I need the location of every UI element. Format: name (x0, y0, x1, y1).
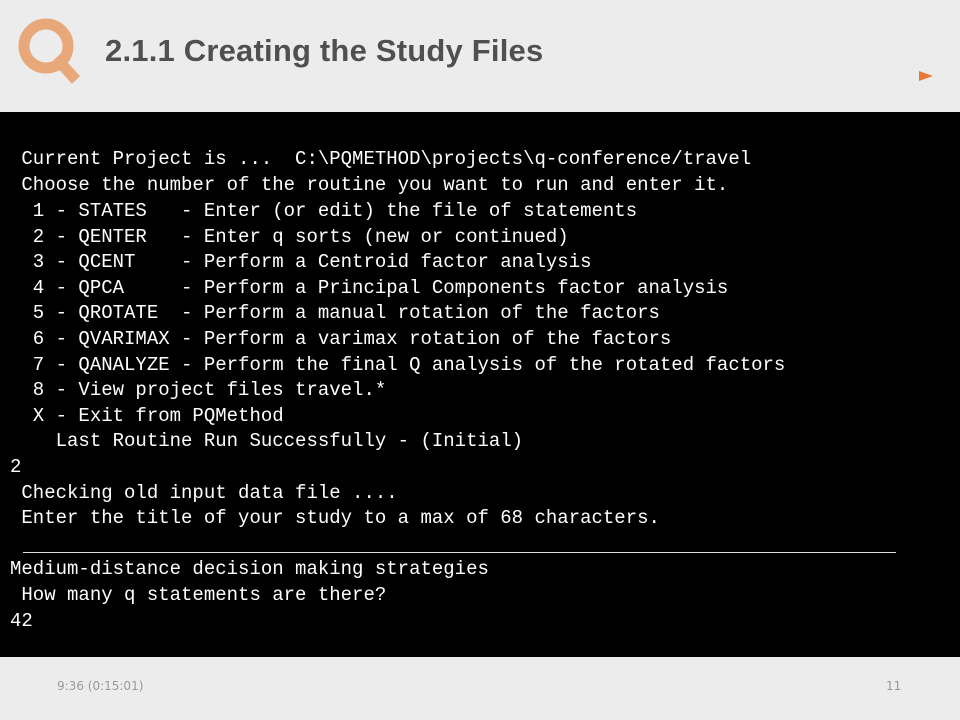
menu-item-view-files: 8 - View project files travel.* (10, 379, 387, 401)
menu-item-qenter: 2 - QENTER - Enter q sorts (new or conti… (10, 226, 569, 248)
last-routine-status: Last Routine Run Successfully - (Initial… (10, 430, 524, 452)
current-project-line: Current Project is ... C:\PQMETHOD\proje… (10, 148, 752, 170)
slide-footer: 9:36 (0:15:01) 11 (0, 657, 960, 720)
menu-item-qrotate: 5 - QROTATE - Perform a manual rotation … (10, 302, 660, 324)
slide-page-number: 11 (886, 679, 902, 693)
title-length-rule (23, 552, 896, 553)
menu-item-qpca: 4 - QPCA - Perform a Principal Component… (10, 277, 729, 299)
menu-item-qcent: 3 - QCENT - Perform a Centroid factor an… (10, 251, 592, 273)
title-prompt: Enter the title of your study to a max o… (10, 507, 660, 529)
menu-item-exit: X - Exit from PQMethod (10, 405, 284, 427)
statements-count-prompt: How many q statements are there? (10, 584, 387, 606)
q-logo-icon: Q (18, 18, 81, 84)
statements-count-input: 42 (10, 610, 33, 632)
user-choice-input: 2 (10, 456, 22, 478)
slide-title: 2.1.1 Creating the Study Files (105, 33, 544, 68)
menu-item-qanalyze: 7 - QANALYZE - Perform the final Q analy… (10, 354, 786, 376)
study-title-input: Medium-distance decision making strategi… (10, 558, 489, 580)
choose-routine-prompt: Choose the number of the routine you wan… (10, 174, 729, 196)
slide-header: Q 2.1.1 Creating the Study Files (0, 0, 960, 112)
menu-item-states: 1 - STATES - Enter (or edit) the file of… (10, 200, 638, 222)
title-underline-arrow (95, 71, 933, 81)
footer-timestamp: 9:36 (0:15:01) (57, 679, 144, 693)
checking-data-file-line: Checking old input data file .... (10, 482, 398, 504)
pqmethod-console[interactable]: Current Project is ... C:\PQMETHOD\proje… (0, 112, 960, 657)
menu-item-qvarimax: 6 - QVARIMAX - Perform a varimax rotatio… (10, 328, 672, 350)
